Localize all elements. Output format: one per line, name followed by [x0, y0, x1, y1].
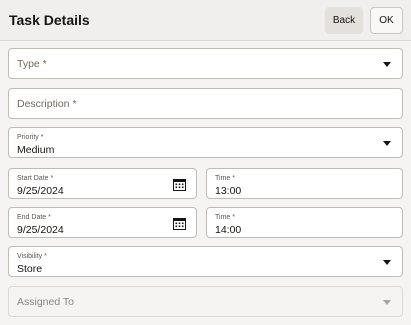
assigned-to-placeholder: Assigned To: [17, 296, 75, 308]
end-date-field[interactable]: End Date * 9/25/2024: [8, 207, 197, 238]
type-placeholder: Type *: [17, 58, 47, 70]
end-date-value: 9/25/2024: [17, 224, 64, 236]
priority-label: Priority *: [17, 134, 44, 141]
end-time-label: Time *: [215, 214, 235, 221]
type-select[interactable]: Type *: [8, 48, 403, 79]
assigned-to-select[interactable]: Assigned To: [8, 286, 403, 317]
chevron-down-icon: [383, 260, 391, 265]
calendar-icon[interactable]: [173, 217, 186, 230]
visibility-label: Visibility *: [17, 253, 47, 260]
calendar-icon[interactable]: [173, 178, 186, 191]
start-date-value: 9/25/2024: [17, 185, 64, 197]
end-time-value: 14:00: [215, 224, 242, 236]
chevron-down-icon: [383, 300, 391, 305]
header-bar: Task Details Back OK: [0, 0, 411, 41]
start-time-value: 13:00: [215, 185, 242, 197]
back-button[interactable]: Back: [325, 7, 363, 34]
ok-button[interactable]: OK: [370, 7, 403, 34]
priority-select[interactable]: Priority * Medium: [8, 127, 403, 158]
start-time-field[interactable]: Time * 13:00: [206, 168, 403, 199]
end-time-field[interactable]: Time * 14:00: [206, 207, 403, 238]
chevron-down-icon: [383, 141, 391, 146]
start-date-label: Start Date *: [17, 175, 54, 182]
start-date-field[interactable]: Start Date * 9/25/2024: [8, 168, 197, 199]
description-field[interactable]: Description *: [8, 88, 403, 119]
priority-value: Medium: [17, 144, 55, 156]
visibility-select[interactable]: Visibility * Store: [8, 246, 403, 277]
chevron-down-icon: [383, 62, 391, 67]
page-title: Task Details: [9, 12, 90, 28]
start-time-label: Time *: [215, 175, 235, 182]
end-date-label: End Date *: [17, 214, 51, 221]
visibility-value: Store: [17, 263, 43, 275]
description-placeholder: Description *: [17, 98, 77, 110]
